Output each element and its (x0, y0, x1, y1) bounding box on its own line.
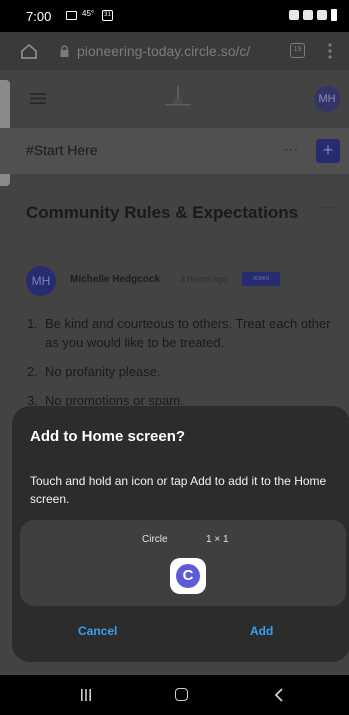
status-icons (289, 9, 337, 21)
app-size: 1 × 1 (206, 534, 229, 545)
wifi-icon (303, 10, 313, 20)
rule-number: 2. (27, 364, 38, 379)
post-title: Community Rules & Expectations (26, 203, 299, 222)
alarm-icon (289, 10, 299, 20)
message-icon (66, 11, 77, 20)
more-vert-icon[interactable] (328, 42, 332, 60)
post-time: 3 hours ago (180, 274, 228, 284)
site-header: MH (0, 70, 349, 128)
nav-back-icon[interactable] (274, 688, 284, 702)
status-bar: 7:00 45° 31 (0, 0, 349, 32)
cancel-button[interactable]: Cancel (78, 624, 117, 638)
status-temperature: 45° (82, 9, 95, 18)
rule-text: No profanity please. (45, 364, 161, 379)
author-name[interactable]: Michelle Hedgcock (70, 274, 160, 285)
list-item: 1. Be kind and courteous to others. Trea… (27, 314, 342, 352)
add-post-button[interactable]: + (316, 139, 340, 163)
url-bar[interactable]: pioneering-today.circle.so/c/ (52, 37, 280, 65)
tabs-icon[interactable]: 19 (290, 43, 305, 58)
app-name: Circle (142, 534, 168, 545)
rules-list: 1. Be kind and courteous to others. Trea… (27, 314, 342, 420)
circle-app-icon[interactable]: C (170, 558, 206, 594)
recent-apps-icon[interactable] (80, 689, 92, 701)
rule-text: Be kind and courteous to others. Treat e… (45, 316, 331, 350)
dialog-title: Add to Home screen? (30, 428, 186, 445)
dialog-message: Touch and hold an icon or tap Add to add… (30, 474, 327, 506)
avatar[interactable]: MH (314, 86, 340, 112)
channel-more-icon[interactable]: ··· (284, 142, 299, 156)
signal-icon (317, 10, 327, 20)
add-button[interactable]: Add (250, 624, 273, 638)
channel-title: #Start Here (26, 142, 98, 158)
widget-preview[interactable]: Circle 1 × 1 C (20, 520, 346, 606)
nav-home-icon[interactable] (175, 688, 188, 701)
role-badge: ADMIN (242, 272, 280, 286)
add-to-home-dialog: Add to Home screen? Touch and hold an ic… (12, 406, 349, 662)
battery-icon (331, 9, 337, 21)
home-icon[interactable] (20, 42, 38, 60)
channel-header: #Start Here ··· + (0, 128, 349, 174)
author-avatar[interactable]: MH (26, 266, 56, 296)
hamburger-icon[interactable] (30, 93, 46, 104)
post-more-icon[interactable]: ··· (322, 200, 334, 214)
system-nav-bar (0, 675, 349, 715)
list-item: 2. No profanity please. (27, 362, 342, 381)
url-text: pioneering-today.circle.so/c/ (77, 43, 251, 59)
lock-icon (60, 45, 69, 57)
site-logo[interactable] (163, 84, 193, 110)
status-time: 7:00 (26, 9, 52, 24)
calendar-icon: 31 (102, 10, 113, 21)
rule-number: 1. (27, 316, 38, 331)
browser-toolbar: pioneering-today.circle.so/c/ 19 (0, 32, 349, 70)
app-icon-letter: C (176, 564, 200, 588)
